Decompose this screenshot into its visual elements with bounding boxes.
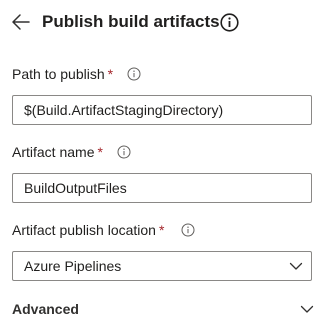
artifact-name-label-text: Artifact name — [12, 144, 95, 160]
path-to-publish-label-text: Path to publish — [12, 66, 105, 82]
back-button[interactable] — [10, 11, 32, 33]
info-icon[interactable] — [127, 67, 141, 81]
chevron-down-icon — [289, 262, 303, 270]
required-marker: * — [97, 144, 103, 160]
panel-header: Publish build artifacts — [0, 0, 331, 44]
path-to-publish-input[interactable] — [12, 95, 312, 125]
chevron-down-icon — [300, 305, 314, 313]
artifact-name-label: Artifact name * — [12, 143, 103, 161]
artifact-publish-location-dropdown[interactable]: Azure Pipelines — [12, 251, 312, 281]
required-marker: * — [158, 222, 165, 238]
artifact-name-input[interactable] — [12, 173, 312, 203]
artifact-publish-location-label-text: Artifact publish location — [12, 222, 156, 238]
required-marker: * — [107, 66, 114, 82]
page-title: Publish build artifacts — [42, 12, 220, 31]
info-icon[interactable] — [181, 223, 195, 237]
path-to-publish-label: Path to publish * — [12, 65, 113, 83]
info-icon[interactable] — [220, 13, 239, 32]
arrow-left-icon — [12, 14, 30, 30]
artifact-publish-location-label: Artifact publish location * — [12, 221, 164, 239]
advanced-section-label: Advanced — [12, 301, 79, 317]
info-icon[interactable] — [117, 145, 131, 159]
dropdown-selected-value: Azure Pipelines — [24, 258, 122, 274]
advanced-section-header[interactable]: Advanced — [12, 298, 317, 324]
publish-build-artifacts-panel: Publish build artifacts Path to publish *… — [0, 0, 331, 329]
